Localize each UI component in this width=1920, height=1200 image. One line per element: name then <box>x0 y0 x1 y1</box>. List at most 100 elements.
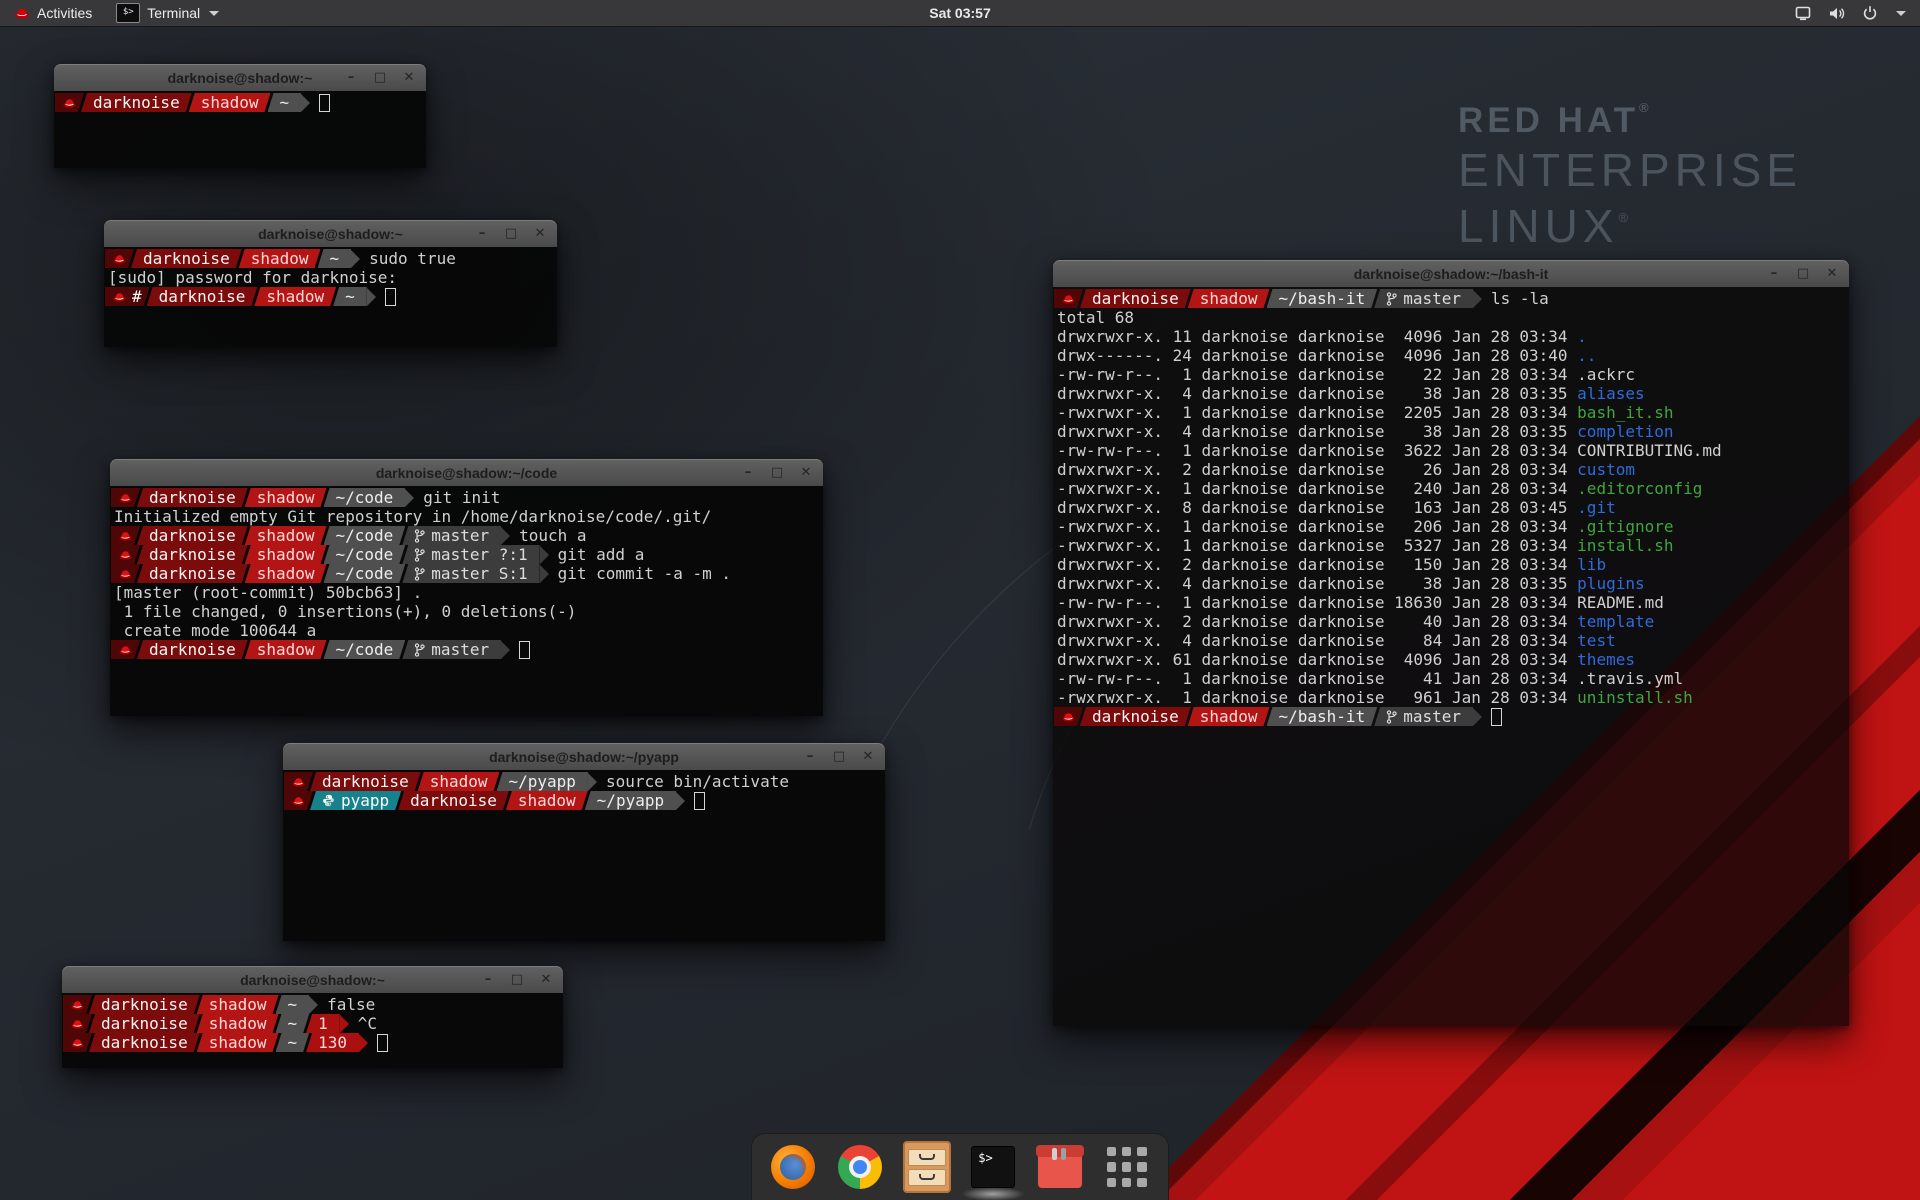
output-line: drwxrwxr-x. 8 darknoise darknoise 163 Ja… <box>1054 498 1849 517</box>
maximize-button[interactable]: □ <box>510 973 524 987</box>
dock-item-chrome[interactable] <box>836 1143 884 1191</box>
minimize-button[interactable]: – <box>475 227 489 241</box>
prompt-segment-user: darknoise <box>81 93 192 112</box>
volume-icon[interactable] <box>1828 6 1846 21</box>
prompt-segment-hat <box>111 640 140 659</box>
maximize-button[interactable]: □ <box>1796 267 1810 281</box>
terminal-cursor <box>519 641 530 659</box>
redhat-prompt-icon <box>119 530 132 541</box>
minimize-button[interactable]: – <box>1767 267 1781 281</box>
close-button[interactable]: ✕ <box>1825 267 1839 281</box>
window-title: darknoise@shadow:~ <box>240 972 385 988</box>
terminal-cursor <box>1491 708 1502 726</box>
output-line: total 68 <box>1054 308 1849 327</box>
window-titlebar[interactable]: darknoise@shadow:~/bash-it – □ ✕ <box>1053 260 1849 288</box>
file-attributes: drwxrwxr-x. 2 darknoise darknoise 40 Jan… <box>1057 612 1577 631</box>
prompt-segment-host: shadow <box>245 640 327 659</box>
minimize-button[interactable]: – <box>741 466 755 480</box>
redhat-prompt-icon <box>292 795 305 806</box>
prompt-segment-path: ~/code <box>324 488 406 507</box>
minimize-button[interactable]: – <box>481 973 495 987</box>
close-button[interactable]: ✕ <box>533 227 547 241</box>
window-titlebar[interactable]: darknoise@shadow:~ – □ ✕ <box>62 966 563 994</box>
dock-item-toolbox[interactable] <box>1036 1143 1084 1191</box>
file-name: custom <box>1577 460 1635 479</box>
file-name: themes <box>1577 650 1635 669</box>
terminal-content[interactable]: darknoiseshadow~sudo true[sudo] password… <box>104 247 557 347</box>
segment-text: darknoise <box>149 488 236 507</box>
window-title: darknoise@shadow:~ <box>168 70 313 86</box>
redhat-prompt-icon <box>71 1037 84 1048</box>
app-menu-terminal[interactable]: $> Terminal <box>106 0 229 26</box>
close-button[interactable]: ✕ <box>402 71 416 85</box>
close-button[interactable]: ✕ <box>799 466 813 480</box>
prompt-segment-hat <box>111 526 140 545</box>
file-attributes: -rw-rw-r--. 1 darknoise darknoise 41 Jan… <box>1057 669 1577 688</box>
system-menu-caret-icon[interactable] <box>1896 11 1906 16</box>
prompt-segment-path: ~ <box>333 287 367 306</box>
window-titlebar[interactable]: darknoise@shadow:~/pyapp – □ ✕ <box>283 743 885 771</box>
segment-text: master ?:1 <box>431 545 527 564</box>
segment-text: darknoise <box>1092 289 1179 308</box>
prompt-segment-user: darknoise <box>89 1033 200 1052</box>
prompt-segment-user: darknoise <box>147 287 258 306</box>
prompt-line: darknoiseshadow~/pyappsource bin/activat… <box>284 772 885 791</box>
terminal-content[interactable]: darknoiseshadow~/bash-itmasterls -latota… <box>1053 287 1849 1026</box>
segment-text: darknoise <box>410 791 497 810</box>
output-line: -rwxrwxr-x. 1 darknoise darknoise 5327 J… <box>1054 536 1849 555</box>
window-titlebar[interactable]: darknoise@shadow:~ – □ ✕ <box>54 64 426 92</box>
dock-item-app-grid[interactable] <box>1103 1143 1151 1191</box>
terminal-content[interactable]: darknoiseshadow~ <box>54 91 426 168</box>
activities-button[interactable]: Activities <box>0 0 106 26</box>
terminal-content[interactable]: darknoiseshadow~/pyappsource bin/activat… <box>283 770 885 941</box>
minimize-button[interactable]: – <box>803 750 817 764</box>
prompt-segment-user: darknoise <box>137 640 248 659</box>
segment-text: ~/bash-it <box>1279 289 1366 308</box>
prompt-arrow-icon <box>340 1015 349 1033</box>
dock-item-firefox[interactable] <box>769 1143 817 1191</box>
prompt-line: darknoiseshadow~130 <box>63 1033 563 1052</box>
prompt-segment-exit: 1 <box>306 1014 340 1033</box>
segment-text: darknoise <box>149 526 236 545</box>
prompt-segment-user: darknoise <box>89 995 200 1014</box>
chrome-icon <box>838 1145 882 1189</box>
prompt-segment-user: darknoise <box>137 545 248 564</box>
prompt-segment-host: shadow <box>239 249 321 268</box>
command-text: false <box>318 995 375 1014</box>
maximize-button[interactable]: □ <box>770 466 784 480</box>
clock[interactable]: Sat 03:57 <box>929 0 990 26</box>
prompt-segment-path: ~ <box>268 93 302 112</box>
output-line: drwxrwxr-x. 11 darknoise darknoise 4096 … <box>1054 327 1849 346</box>
window-titlebar[interactable]: darknoise@shadow:~/code – □ ✕ <box>110 459 823 487</box>
prompt-segment-host: shadow <box>245 488 327 507</box>
terminal-content[interactable]: darknoiseshadow~/codegit initInitialized… <box>110 486 823 716</box>
prompt-segment-hat <box>63 995 92 1014</box>
prompt-segment-host: shadow <box>254 287 336 306</box>
command-text: git commit -a -m . <box>549 564 731 583</box>
power-icon[interactable] <box>1862 5 1878 21</box>
prompt-arrow-icon <box>301 94 310 112</box>
output-line: -rw-rw-r--. 1 darknoise darknoise 3622 J… <box>1054 441 1849 460</box>
maximize-button[interactable]: □ <box>832 750 846 764</box>
prompt-segment-host: shadow <box>245 526 327 545</box>
maximize-button[interactable]: □ <box>373 71 387 85</box>
terminal-icon: $> <box>971 1146 1015 1188</box>
output-line: -rw-rw-r--. 1 darknoise darknoise 18630 … <box>1054 593 1849 612</box>
redhat-branding: RED HAT® ENTERPRISE LINUX® <box>1458 100 1802 253</box>
terminal-cursor <box>377 1034 388 1052</box>
segment-text: ~/code <box>336 640 394 659</box>
maximize-button[interactable]: □ <box>504 227 518 241</box>
segment-text: pyapp <box>341 791 389 810</box>
segment-text: master <box>1403 289 1461 308</box>
segment-text: ~ <box>288 1014 298 1033</box>
close-button[interactable]: ✕ <box>539 973 553 987</box>
prompt-arrow-icon <box>540 565 549 583</box>
dock-item-files[interactable] <box>903 1143 951 1191</box>
window-titlebar[interactable]: darknoise@shadow:~ – □ ✕ <box>104 220 557 248</box>
file-name: uninstall.sh <box>1577 688 1693 707</box>
terminal-content[interactable]: darknoiseshadow~falsedarknoiseshadow~1^C… <box>62 993 563 1068</box>
display-icon[interactable] <box>1795 6 1812 21</box>
minimize-button[interactable]: – <box>344 71 358 85</box>
dock-item-terminal[interactable]: $> <box>969 1143 1017 1191</box>
close-button[interactable]: ✕ <box>861 750 875 764</box>
